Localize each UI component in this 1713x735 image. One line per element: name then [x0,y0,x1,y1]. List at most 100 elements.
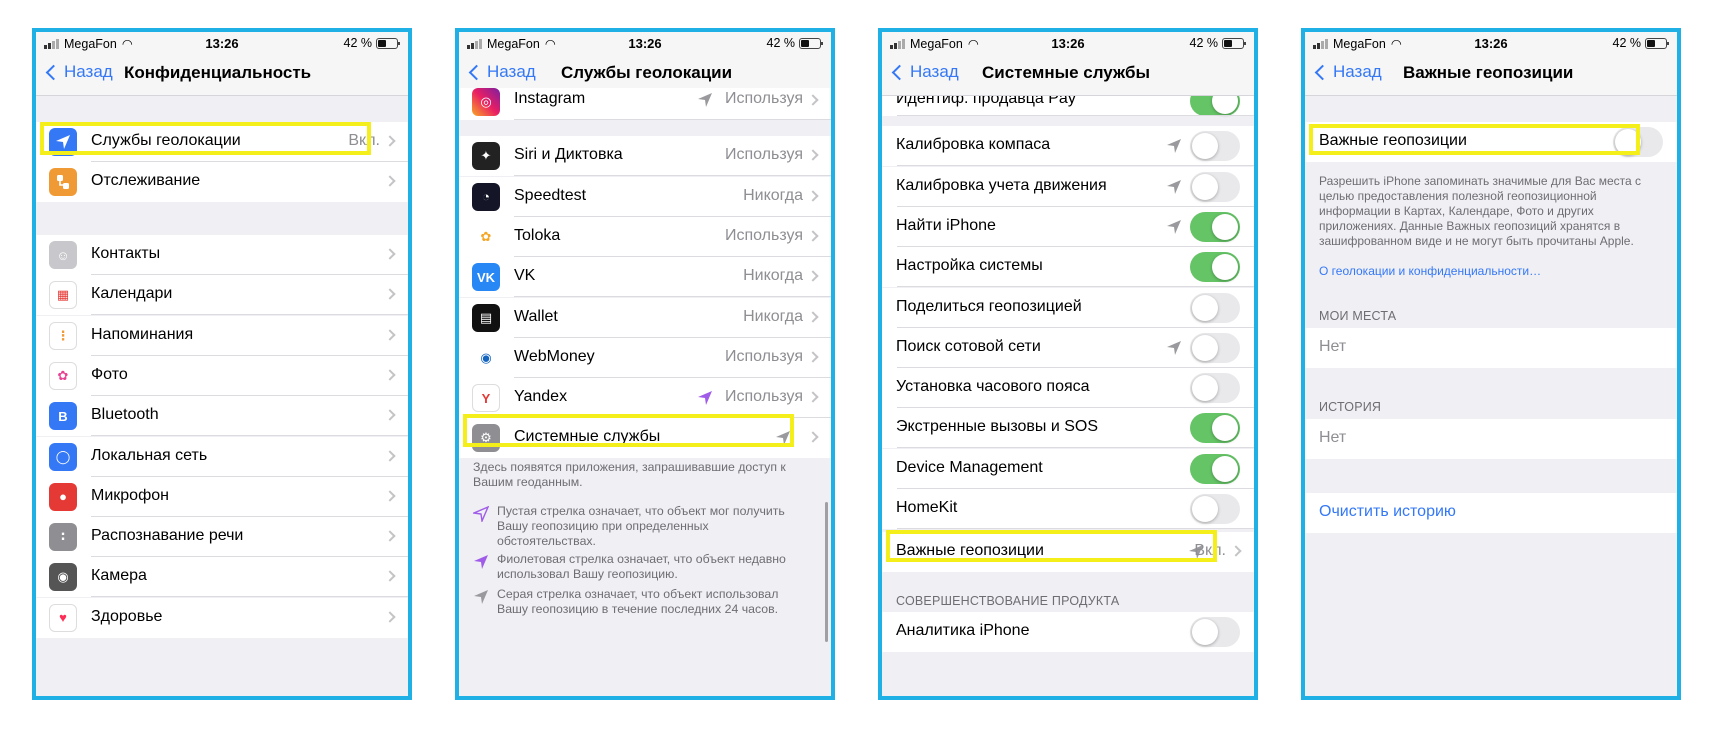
service-toggle[interactable] [1190,413,1240,444]
row-label: Yandex [514,388,568,406]
row-significant-locations[interactable]: Важные геопозиции Вкл. [882,532,1254,572]
app-row[interactable]: ◎ Instagram Используя [459,88,831,120]
service-toggle[interactable] [1190,131,1240,162]
speech-icon: ∶ [49,523,77,552]
service-toggle[interactable] [1190,373,1240,404]
gray-arrow-icon [1167,219,1181,234]
service-toggle[interactable] [1190,332,1240,363]
separator [514,119,831,120]
back-button[interactable]: Назад [44,62,113,82]
app-row[interactable]: ◔ Speedtest Никогда [459,176,831,217]
chevron-right-icon [807,94,819,106]
chevron-right-icon [384,611,396,623]
row-value: Вкл. [1194,542,1226,559]
privacy-row[interactable]: ▦ Календари [36,275,408,316]
row-label: Speedtest [514,186,587,204]
system-service-row[interactable]: Настройка системы [882,247,1254,288]
system-service-row[interactable]: Поиск сотовой сети [882,327,1254,368]
row-label: VK [514,267,536,285]
microphone-icon: ● [49,482,77,511]
back-button[interactable]: Назад [890,62,959,82]
service-toggle[interactable] [1190,252,1240,283]
row-label: Напоминания [91,325,194,343]
page-title: Системные службы [982,63,1151,82]
row-label: Device Management [896,458,1043,476]
status-bar: MegaFon ◠ 13:26 42 % [1305,32,1677,54]
service-toggle[interactable] [1190,292,1240,323]
row-iphone-analytics[interactable]: Аналитика iPhone [882,612,1254,652]
privacy-row[interactable]: B Bluetooth [36,396,408,437]
chevron-right-icon [384,530,396,542]
privacy-row[interactable]: ✿ Фото [36,355,408,396]
row-label: Wallet [514,307,558,325]
chevron-left-icon [1314,64,1331,80]
row-label: Системные службы [514,428,661,446]
privacy-link[interactable]: О геолокации и конфиденциальности… [1319,264,1541,279]
separator [897,115,1254,116]
gray-arrow-icon [776,431,790,446]
privacy-row[interactable]: ☺ Контакты [36,235,408,275]
system-service-row[interactable]: Калибровка компаса [882,126,1254,167]
privacy-row[interactable]: ∶ Распознавание речи [36,517,408,558]
row-significant-locations-toggle[interactable]: Важные геопозиции [1305,122,1677,162]
row-label: Экстренные вызовы и SOS [896,418,1098,436]
row-tracking[interactable]: Отслеживание [36,162,408,202]
analytics-toggle[interactable] [1190,617,1240,647]
row-value: Вкл. [348,132,380,149]
privacy-row[interactable]: ⋮ Напоминания [36,315,408,356]
gray-arrow-icon [474,590,488,604]
row-label: Фото [91,365,128,383]
legend-text: Пустая стрелка означает, что объект мог … [497,504,785,548]
row-label: Siri и Диктовка [514,146,623,164]
system-service-row[interactable]: Поделиться геопозицией [882,287,1254,328]
system-service-row[interactable]: Device Management [882,448,1254,489]
webmoney-icon: ◉ [472,343,500,372]
battery-percent: 42 % [343,36,373,50]
chevron-right-icon [384,369,396,381]
screen-privacy: MegaFon ◠ 13:26 42 % Назад Конфиденциальн… [32,28,412,700]
app-row[interactable]: VK VK Никогда [459,257,831,298]
system-service-row[interactable]: Калибровка учета движения [882,166,1254,207]
gray-arrow-icon [1167,139,1181,154]
significant-locations-toggle[interactable] [1613,127,1663,157]
system-service-row[interactable]: Найти iPhone [882,206,1254,247]
app-row[interactable]: ⚙ Системные службы [459,418,831,459]
row-label: Калибровка компаса [896,136,1051,154]
gray-arrow-icon [698,93,712,107]
system-service-row[interactable]: Установка часового пояса [882,368,1254,409]
app-row[interactable]: ✿ Toloka Используя [459,216,831,257]
privacy-row[interactable]: ♥ Здоровье [36,597,408,638]
privacy-row[interactable]: ◯ Локальная сеть [36,436,408,477]
gray-arrow-icon [1167,179,1181,194]
calendar-icon: ▦ [49,281,77,310]
system-service-row[interactable]: Экстренные вызовы и SOS [882,408,1254,449]
back-label: Назад [910,62,959,81]
row-label: HomeKit [896,499,958,516]
scrollbar[interactable] [825,502,828,642]
service-toggle[interactable] [1190,453,1240,484]
app-row[interactable]: ✦ Siri и Диктовка Используя [459,136,831,177]
contacts-icon: ☺ [49,241,77,269]
service-toggle[interactable] [1190,211,1240,242]
back-button[interactable]: Назад [467,62,536,82]
row-location-services[interactable]: Службы геолокации Вкл. [36,122,408,162]
toloka-icon: ✿ [472,222,500,251]
row-label: Bluetooth [91,406,159,424]
app-row[interactable]: ◉ WebMoney Используя [459,337,831,378]
row-value: Никогда [743,307,803,325]
chevron-left-icon [891,64,908,80]
battery-percent: 42 % [1189,36,1219,50]
privacy-row[interactable]: ◉ Камера [36,557,408,598]
clear-history-label: Очистить историю [1319,503,1456,520]
app-row[interactable]: ▤ Wallet Никогда [459,297,831,338]
service-toggle[interactable] [1190,171,1240,202]
app-row[interactable]: Y Yandex Используя [459,378,831,419]
privacy-row[interactable]: ● Микрофон [36,476,408,517]
chevron-left-icon [468,64,485,80]
section-header-my-places: МОИ МЕСТА [1319,309,1397,323]
clear-history-button[interactable]: Очистить историю [1305,493,1677,533]
nav-bar: Назад Конфиденциальность [36,54,408,96]
back-button[interactable]: Назад [1313,62,1382,82]
service-toggle[interactable] [1190,494,1240,524]
system-service-row[interactable]: HomeKit [882,489,1254,529]
